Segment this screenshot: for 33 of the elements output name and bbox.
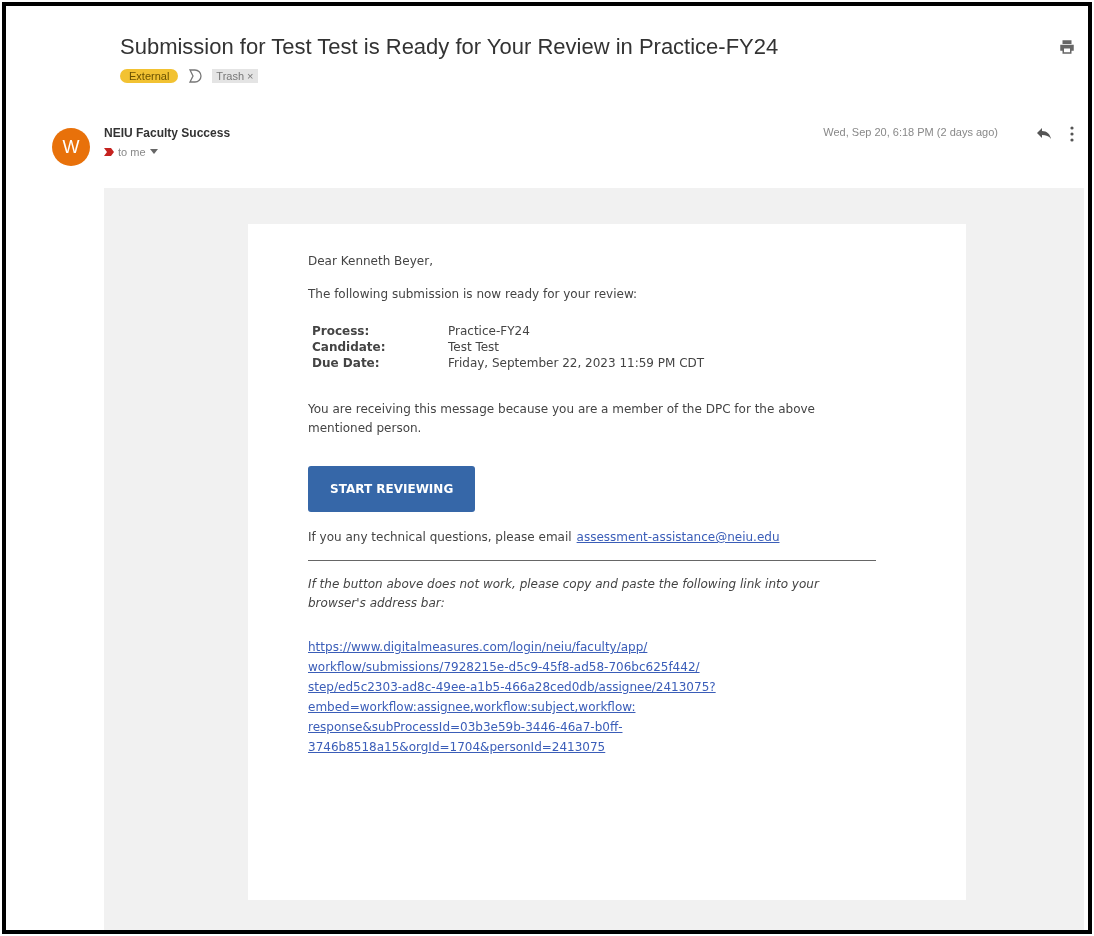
label-chip[interactable]: Trash xyxy=(216,70,245,82)
greeting-text: Dear Kenneth Beyer, xyxy=(308,253,434,270)
detail-label: Due Date: xyxy=(312,356,381,370)
detail-value: Friday, September 22, 2023 11:59 PM CDT xyxy=(448,356,706,370)
detail-label: Process: xyxy=(312,324,371,338)
sender-name: NEIU Faculty Success xyxy=(104,126,232,140)
detail-value: Practice-FY24 xyxy=(448,324,531,338)
important-marker-icon xyxy=(104,147,114,157)
help-text: If you any technical questions, please email xyxy=(308,530,572,544)
avatar: W xyxy=(52,128,90,166)
detail-label: Candidate: xyxy=(312,340,387,354)
review-link[interactable]: https://www.digitalmeasures.com/login/neiu/faculty/app/ xyxy=(308,637,876,657)
label-icon[interactable] xyxy=(188,68,203,84)
review-link[interactable]: 3746b8518a15&orgId=1704&personId=2413075 xyxy=(308,737,876,757)
review-link[interactable]: step/ed5c2303-ad8c-49ee-a1b5-466a28ced0db/assignee/2413075? xyxy=(308,677,876,697)
more-icon[interactable] xyxy=(1070,126,1074,142)
external-tag: External xyxy=(120,69,179,83)
intro-text: The following submission is now ready for your review: xyxy=(308,286,639,303)
reply-icon[interactable] xyxy=(1036,126,1052,140)
remove-label-button[interactable]: × xyxy=(247,70,254,82)
dropdown-icon[interactable] xyxy=(149,149,158,155)
reason-text: You are receiving this message because you are a member of the DPC for the above mentioned person. xyxy=(308,401,816,437)
detail-value: Test Test xyxy=(448,340,501,354)
start-reviewing-button[interactable]: START REVIEWING xyxy=(308,466,476,512)
email-subject: Submission for Test Test is Ready for Your Review in Practice-FY24 xyxy=(120,34,779,60)
review-link[interactable]: workflow/submissions/7928215e-d5c9-45f8-ad58-706bc625f442/ xyxy=(308,657,876,677)
print-icon[interactable] xyxy=(1058,38,1076,56)
fallback-text: If the button above does not work, please copy and paste the following link into your browser's address bar: xyxy=(308,576,821,612)
recipient-label[interactable]: to me xyxy=(118,146,146,158)
review-link[interactable]: embed=workflow:assignee,workflow:subject,workflow: xyxy=(308,697,876,717)
email-link[interactable]: assessment-assistance@neiu.edu xyxy=(576,530,780,544)
email-date: Wed, Sep 20, 6:18 PM (2 days ago) xyxy=(823,126,998,138)
review-link[interactable]: response&subProcessId=03b3e59b-3446-46a7-b0ff- xyxy=(308,717,876,737)
